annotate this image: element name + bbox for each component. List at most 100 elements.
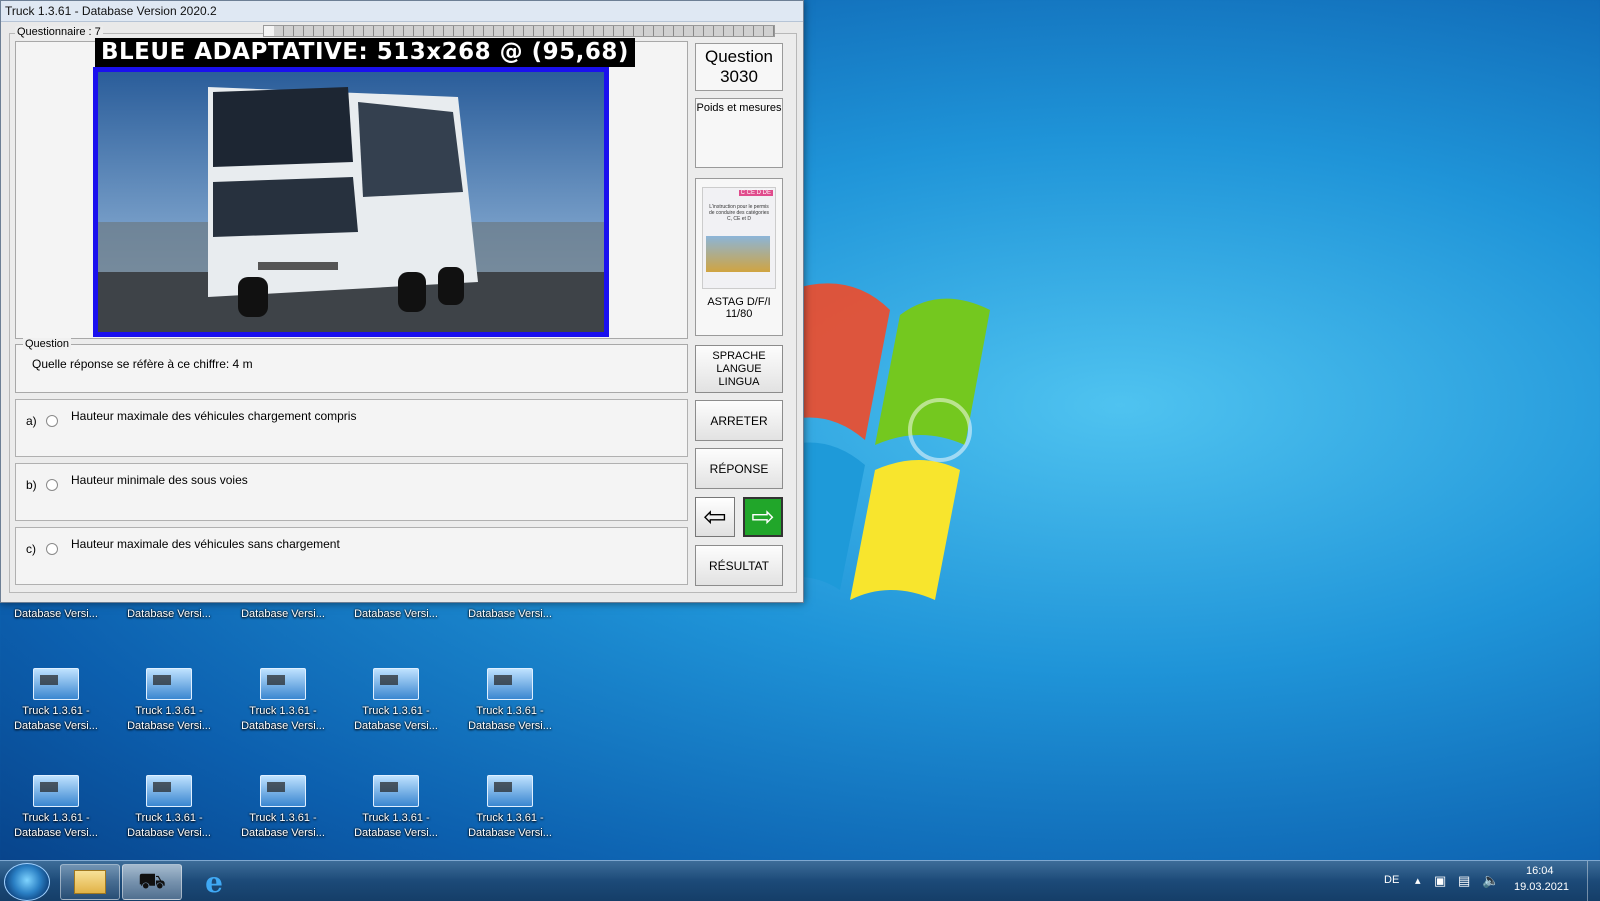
icon-label: Database Versi... xyxy=(14,827,98,839)
desktop-icon-truck[interactable]: Database Versi... xyxy=(460,607,560,622)
question-text: Quelle réponse se réfère à ce chiffre: 4… xyxy=(32,357,253,371)
adaptive-overlay-label: BLEUE ADAPTATIVE: 513x268 @ (95,68) xyxy=(95,38,635,67)
icon-label: Truck 1.3.61 - xyxy=(476,705,544,717)
icon-label: Truck 1.3.61 - xyxy=(135,812,203,824)
question-image xyxy=(93,67,609,337)
language-button[interactable]: SPRACHE LANGUE LINGUA xyxy=(695,345,783,393)
icon-label: Database Versi... xyxy=(127,608,211,620)
truck-app-icon xyxy=(260,775,306,807)
truck-app-icon xyxy=(146,775,192,807)
icon-label: Truck 1.3.61 - xyxy=(476,812,544,824)
icon-label: Database Versi... xyxy=(241,720,325,732)
question-box: Quelle réponse se réfère à ce chiffre: 4… xyxy=(15,344,688,393)
icon-label: Database Versi... xyxy=(14,608,98,620)
desktop-icon-truck[interactable]: Database Versi... xyxy=(6,607,106,622)
truck-app-icon xyxy=(373,668,419,700)
book-badges: C CE D DE xyxy=(738,190,773,196)
device-icon[interactable]: ▣ xyxy=(1434,873,1446,889)
icon-label: Database Versi... xyxy=(468,608,552,620)
answer-text: Hauteur minimale des sous voies xyxy=(71,473,248,487)
desktop-icon-truck[interactable]: Database Versi... xyxy=(346,607,446,622)
previous-button[interactable]: ⇦ xyxy=(695,497,735,537)
truck-app-icon xyxy=(487,775,533,807)
taskbar-truck-app-button[interactable]: ⛟ xyxy=(122,864,182,900)
stop-button[interactable]: ARRETER xyxy=(695,400,783,441)
next-button[interactable]: ⇨ xyxy=(743,497,783,537)
volume-icon[interactable]: 🔈 xyxy=(1482,872,1499,889)
windows-logo-wallpaper xyxy=(770,283,990,600)
desktop-icon-truck[interactable]: Truck 1.3.61 - Database Versi... xyxy=(6,775,106,841)
answer-radio-c[interactable] xyxy=(46,543,58,555)
progress-strip xyxy=(263,25,775,37)
answer-text: Hauteur maximale des véhicules chargemen… xyxy=(71,409,357,423)
icon-label: Database Versi... xyxy=(468,720,552,732)
progress-fill xyxy=(264,26,275,36)
folder-icon xyxy=(74,870,106,894)
truck-app-icon xyxy=(260,668,306,700)
truck-app-icon xyxy=(487,668,533,700)
answer-option-c[interactable]: c) Hauteur maximale des véhicules sans c… xyxy=(15,527,688,585)
answer-letter: c) xyxy=(26,542,36,556)
window-title: Truck 1.3.61 - Database Version 2020.2 xyxy=(1,1,803,22)
bus-illustration xyxy=(98,72,604,332)
answer-option-b[interactable]: b) Hauteur minimale des sous voies xyxy=(15,463,688,521)
answer-letter: a) xyxy=(26,414,37,428)
icon-label: Truck 1.3.61 - xyxy=(362,705,430,717)
start-button[interactable] xyxy=(4,863,50,901)
icon-label: Database Versi... xyxy=(468,827,552,839)
desktop-icon-truck[interactable]: Truck 1.3.61 - Database Versi... xyxy=(460,668,560,734)
truck-icon: ⛟ xyxy=(138,867,166,893)
result-button[interactable]: RÉSULTAT xyxy=(695,545,783,586)
icon-label: Database Versi... xyxy=(241,827,325,839)
book-cover-text: L'instruction pour le permis de conduire… xyxy=(708,204,770,222)
taskbar-explorer-button[interactable] xyxy=(60,864,120,900)
answer-option-a[interactable]: a) Hauteur maximale des véhicules charge… xyxy=(15,399,688,457)
icon-label: Database Versi... xyxy=(354,827,438,839)
arrow-left-icon: ⇦ xyxy=(703,501,727,532)
answer-radio-b[interactable] xyxy=(46,479,58,491)
language-line-it: LINGUA xyxy=(718,375,760,388)
show-desktop-button[interactable] xyxy=(1587,861,1600,901)
desktop-icon-truck[interactable]: Database Versi... xyxy=(119,607,219,622)
network-icon[interactable]: ▤ xyxy=(1458,873,1470,889)
language-line-de: SPRACHE xyxy=(712,349,766,362)
question-caption: Question xyxy=(23,338,72,350)
tray-expand-icon[interactable]: ▴ xyxy=(1415,874,1421,887)
category-label: Poids et mesures xyxy=(696,102,782,114)
clock-time[interactable]: 16:04 xyxy=(1526,865,1554,877)
desktop-icon-truck[interactable]: Truck 1.3.61 - Database Versi... xyxy=(233,775,333,841)
arrow-right-icon: ⇨ xyxy=(751,501,775,532)
desktop-icon-truck[interactable]: Truck 1.3.61 - Database Versi... xyxy=(346,668,446,734)
icon-label: Database Versi... xyxy=(354,720,438,732)
answer-radio-a[interactable] xyxy=(46,415,58,427)
question-number: 3030 xyxy=(720,67,758,86)
book-cover: C CE D DE L'instruction pour le permis d… xyxy=(702,187,776,289)
icon-label: Truck 1.3.61 - xyxy=(135,705,203,717)
icon-label: Truck 1.3.61 - xyxy=(362,812,430,824)
desktop-icon-truck[interactable]: Truck 1.3.61 - Database Versi... xyxy=(233,668,333,734)
book-box: C CE D DE L'instruction pour le permis d… xyxy=(695,178,783,336)
desktop-icon-truck[interactable]: Database Versi... xyxy=(233,607,333,622)
language-indicator[interactable]: DE xyxy=(1384,874,1399,886)
desktop-icon-truck[interactable]: Truck 1.3.61 - Database Versi... xyxy=(6,668,106,734)
desktop-icon-truck[interactable]: Truck 1.3.61 - Database Versi... xyxy=(460,775,560,841)
icon-label: Database Versi... xyxy=(127,827,211,839)
icon-label: Truck 1.3.61 - xyxy=(249,705,317,717)
icon-label: Truck 1.3.61 - xyxy=(22,705,90,717)
taskbar-ie-button[interactable]: e xyxy=(184,864,244,900)
question-number-box: Question 3030 xyxy=(695,43,783,91)
icon-label: Database Versi... xyxy=(127,720,211,732)
desktop-icon-truck[interactable]: Truck 1.3.61 - Database Versi... xyxy=(119,775,219,841)
icon-label: Truck 1.3.61 - xyxy=(249,812,317,824)
truck-app-icon xyxy=(33,668,79,700)
truck-app-icon xyxy=(373,775,419,807)
icon-label: Database Versi... xyxy=(354,608,438,620)
icon-label: Database Versi... xyxy=(14,720,98,732)
desktop-icon-truck[interactable]: Truck 1.3.61 - Database Versi... xyxy=(346,775,446,841)
icon-label: Database Versi... xyxy=(241,608,325,620)
desktop-icon-truck[interactable]: Truck 1.3.61 - Database Versi... xyxy=(119,668,219,734)
answer-button[interactable]: RÉPONSE xyxy=(695,448,783,489)
question-title: Question xyxy=(704,47,774,66)
clock-date[interactable]: 19.03.2021 xyxy=(1514,881,1569,893)
book-cover-photo xyxy=(706,236,770,272)
